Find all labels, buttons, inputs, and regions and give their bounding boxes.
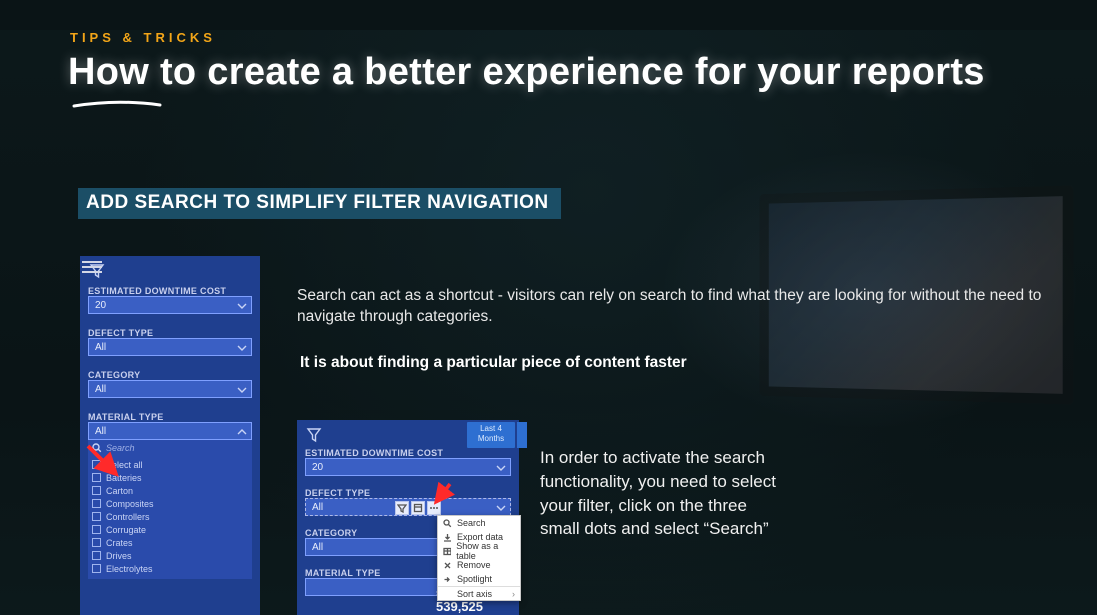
list-item[interactable]: Drives [92,549,248,562]
filter-label: DEFECT TYPE [305,488,511,498]
checkbox-icon [92,525,101,534]
filter-label: ESTIMATED DOWNTIME COST [88,286,252,296]
checkbox-icon [92,512,101,521]
eyebrow-label: TIPS & TRICKS [70,30,1097,45]
intro-paragraph: Search can act as a shortcut - visitors … [297,286,1057,328]
filter-label: ESTIMATED DOWNTIME COST [305,448,511,458]
option-label: Electrolytes [106,564,153,574]
defect-type-dropdown[interactable]: All [88,338,252,356]
pill-line1: Last 4 [467,424,515,434]
title-underline [72,100,162,110]
dropdown-value: 20 [312,462,323,473]
downtime-cost-dropdown[interactable]: 20 [305,458,511,476]
checkbox-icon [92,486,101,495]
chevron-down-icon [237,385,247,395]
dropdown-value: All [312,502,323,513]
filter-label: MATERIAL TYPE [88,412,252,422]
option-label: Crates [106,538,133,548]
checkbox-icon [92,538,101,547]
annotation-arrow-icon [428,480,458,510]
menu-item-show-table[interactable]: Show as a table [438,544,520,558]
chevron-down-icon [496,503,506,513]
menu-item-sort-axis[interactable]: Sort axis › [438,586,520,600]
chevron-down-icon [237,301,247,311]
list-item[interactable]: Electrolytes [92,562,248,575]
menu-label: Show as a table [456,541,515,561]
list-item[interactable]: Composites [92,497,248,510]
instruction-paragraph: In order to activate the search function… [540,446,790,541]
pill-line2: Months [467,434,515,444]
list-item[interactable]: Corrugate [92,523,248,536]
dropdown-value: 20 [95,300,106,311]
checkbox-icon [92,499,101,508]
menu-label: Spotlight [457,574,492,584]
emphasis-line: It is about finding a particular piece o… [300,354,687,372]
chevron-up-icon [237,427,247,437]
filter-icon [305,426,323,444]
option-label: Drives [106,551,132,561]
context-menu: Search Export data Show as a table Remov… [437,515,521,601]
filter-icon[interactable] [395,501,409,515]
list-item[interactable]: Carton [92,484,248,497]
menu-label: Sort axis [457,589,492,599]
dropdown-value: All [95,342,106,353]
dropdown-value: All [95,384,106,395]
material-type-dropdown[interactable]: All [88,422,252,440]
list-item[interactable]: Controllers [92,510,248,523]
annotation-arrow-icon [82,440,126,484]
chevron-right-icon: › [512,589,515,599]
menu-item-search[interactable]: Search [438,516,520,530]
option-label: Composites [106,499,154,509]
dropdown-value: All [312,542,323,553]
option-label: Corrugate [106,525,146,535]
checkbox-icon [92,551,101,560]
chevron-down-icon [496,463,506,473]
option-label: Carton [106,486,133,496]
focus-mode-icon[interactable] [411,501,425,515]
filter-label: DEFECT TYPE [88,328,252,338]
section-heading: ADD SEARCH TO SIMPLIFY FILTER NAVIGATION [78,188,561,219]
option-label: Controllers [106,512,150,522]
filter-panel-left: ESTIMATED DOWNTIME COST 20 DEFECT TYPE A… [80,256,260,615]
checkbox-icon [92,564,101,573]
dropdown-value: All [95,426,106,437]
menu-label: Remove [457,560,491,570]
date-range-pill-partial [517,422,527,448]
date-range-pill[interactable]: Last 4 Months [467,422,515,448]
totals-value: 539,525 [436,599,501,614]
page-title: How to create a better experience for yo… [68,51,1097,94]
menu-label: Search [457,518,486,528]
list-item[interactable]: Crates [92,536,248,549]
hamburger-icon[interactable] [82,258,102,274]
filter-label: CATEGORY [88,370,252,380]
menu-item-spotlight[interactable]: Spotlight [438,572,520,586]
chevron-down-icon [237,343,247,353]
category-dropdown[interactable]: All [88,380,252,398]
downtime-cost-dropdown[interactable]: 20 [88,296,252,314]
